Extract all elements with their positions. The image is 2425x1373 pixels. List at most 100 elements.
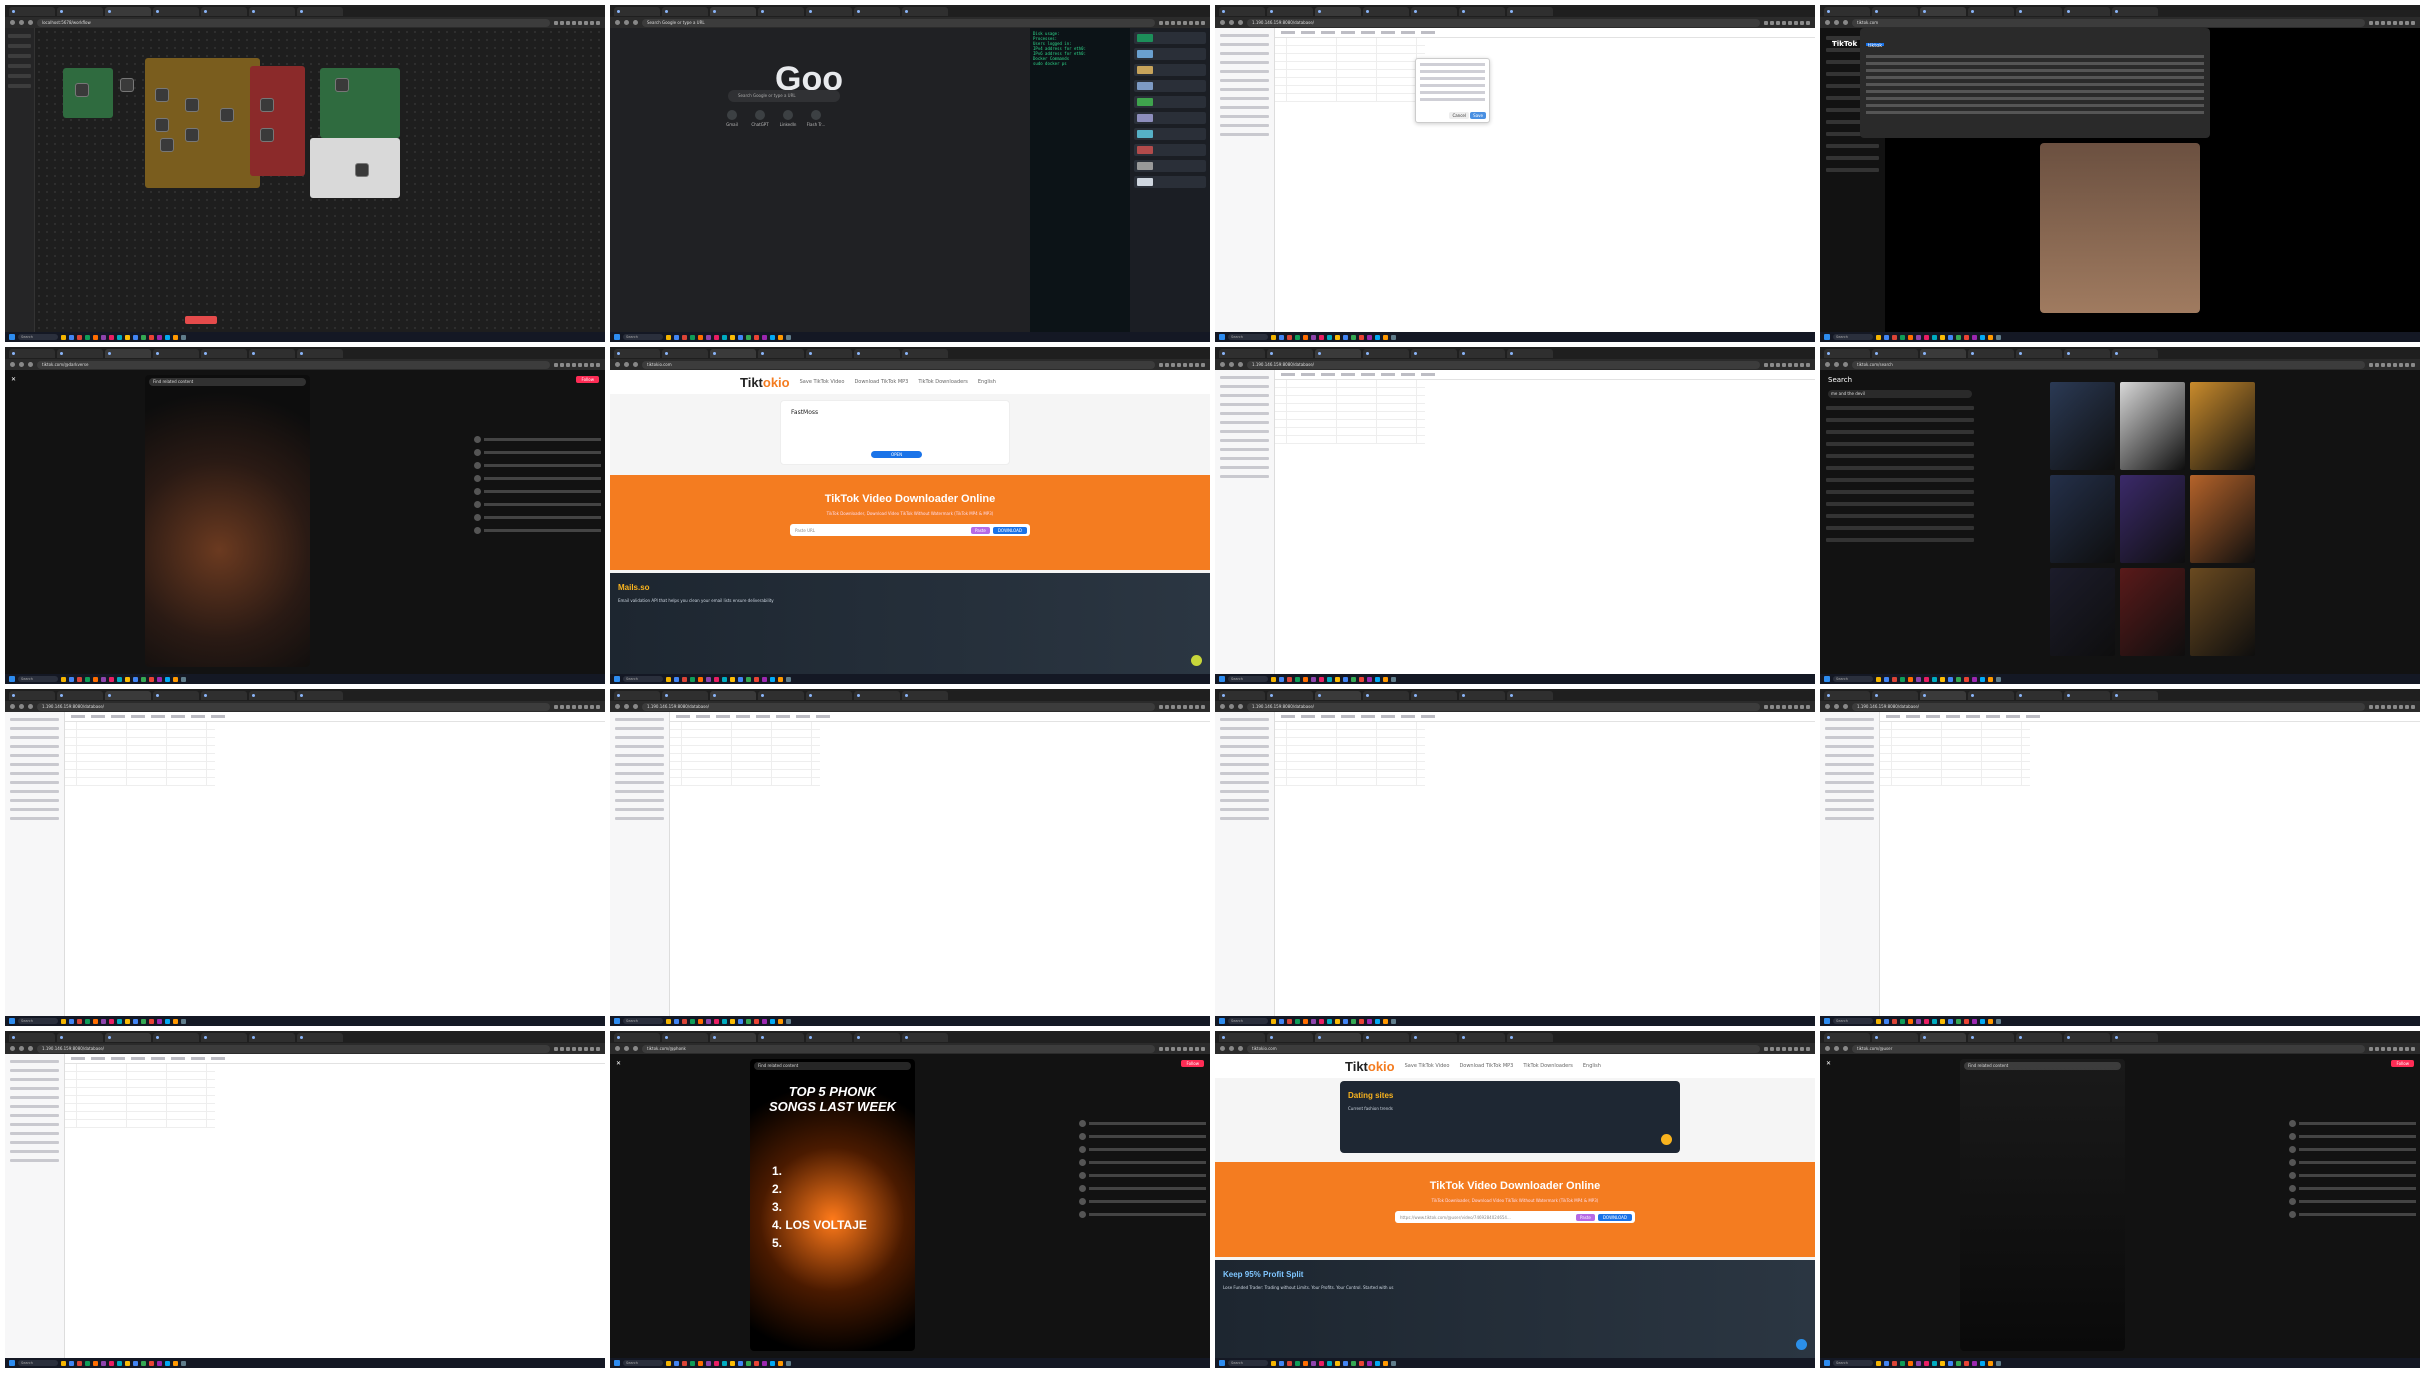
browser-tab[interactable] <box>153 349 199 358</box>
table-cell[interactable] <box>65 1096 77 1104</box>
sidebar-item[interactable] <box>1825 781 1874 784</box>
sidebar-item[interactable] <box>1220 745 1269 748</box>
taskbar-app-icon[interactable] <box>754 676 759 682</box>
sidebar-item[interactable] <box>10 727 59 730</box>
url-input[interactable]: 1.190.146.159:8080/database/ <box>1852 702 2365 711</box>
extension-icon[interactable] <box>560 362 564 367</box>
extension-icon[interactable] <box>1183 704 1187 709</box>
browser-tab[interactable] <box>758 349 804 358</box>
extension-icon[interactable] <box>1177 1046 1181 1051</box>
table-cell[interactable] <box>1275 754 1287 762</box>
sidebar-item[interactable] <box>1825 736 1874 739</box>
table-row[interactable] <box>670 770 820 778</box>
sidebar-item[interactable] <box>1220 70 1269 73</box>
browser-tab[interactable] <box>1824 1033 1870 1042</box>
back-icon[interactable] <box>1825 362 1830 367</box>
taskbar-app-icon[interactable] <box>1932 1018 1937 1024</box>
taskbar-app-icon[interactable] <box>714 1360 719 1366</box>
paste-button[interactable]: Paste <box>971 526 990 534</box>
workflow-group[interactable] <box>250 66 305 176</box>
avatar[interactable] <box>474 501 481 508</box>
table-row[interactable] <box>65 1080 215 1088</box>
extension-icon[interactable] <box>584 1046 588 1051</box>
taskbar-app-icon[interactable] <box>754 1018 759 1024</box>
browser-tab[interactable] <box>201 7 247 16</box>
taskbar-app-icon[interactable] <box>770 1360 775 1366</box>
browser-tab[interactable] <box>1267 1033 1313 1042</box>
extension-icon[interactable] <box>1183 362 1187 367</box>
taskbar-app-icon[interactable] <box>666 1360 671 1366</box>
sidebar-item[interactable] <box>615 736 664 739</box>
taskbar-app-icon[interactable] <box>149 676 154 682</box>
table-cell[interactable] <box>732 754 772 762</box>
follow-button[interactable]: Follow <box>2391 1060 2414 1067</box>
taskbar-app-icon[interactable] <box>1327 1018 1332 1024</box>
table-cell[interactable] <box>65 770 77 778</box>
back-icon[interactable] <box>1825 1046 1830 1051</box>
windows-start-icon[interactable] <box>614 676 620 682</box>
search-suggestion[interactable] <box>1866 55 2204 58</box>
table-cell[interactable] <box>1892 730 1942 738</box>
table-cell[interactable] <box>77 1072 127 1080</box>
browser-tab[interactable] <box>297 7 343 16</box>
toolbar-button[interactable] <box>776 715 790 718</box>
table-row[interactable] <box>65 746 215 754</box>
browser-tab[interactable] <box>662 349 708 358</box>
browser-tab[interactable] <box>1459 1033 1505 1042</box>
extension-icon[interactable] <box>596 362 600 367</box>
taskbar-app-icon[interactable] <box>101 1018 106 1024</box>
avatar[interactable] <box>2289 1185 2296 1192</box>
taskbar-search[interactable]: Search <box>623 334 663 340</box>
taskbar-app-icon[interactable] <box>125 676 130 682</box>
browser-tab[interactable] <box>902 349 948 358</box>
table-cell[interactable] <box>167 730 207 738</box>
extension-icon[interactable] <box>1171 20 1175 25</box>
table-cell[interactable] <box>1377 38 1417 46</box>
table-cell[interactable] <box>682 746 732 754</box>
browser-tab[interactable] <box>2064 691 2110 700</box>
sidebar-item[interactable] <box>10 745 59 748</box>
extension-icon[interactable] <box>1806 1046 1810 1051</box>
browser-tab[interactable] <box>1315 691 1361 700</box>
theme-option[interactable] <box>1134 32 1206 44</box>
taskbar-app-icon[interactable] <box>157 334 162 340</box>
taskbar-app-icon[interactable] <box>1940 1018 1945 1024</box>
table-cell[interactable] <box>1377 762 1417 770</box>
nav-menu-item[interactable]: Download TikTok MP3 <box>854 379 908 385</box>
browser-tab[interactable] <box>758 7 804 16</box>
sidebar-item[interactable] <box>10 754 59 757</box>
search-suggestion[interactable] <box>1826 490 1974 494</box>
taskbar-app-icon[interactable] <box>1908 334 1913 340</box>
sidebar-item[interactable] <box>1220 385 1269 388</box>
browser-tab[interactable] <box>1267 349 1313 358</box>
taskbar-app-icon[interactable] <box>1892 676 1897 682</box>
taskbar-app-icon[interactable] <box>762 1360 767 1366</box>
taskbar-app-icon[interactable] <box>786 1360 791 1366</box>
table-cell[interactable] <box>1275 38 1287 46</box>
back-icon[interactable] <box>615 362 620 367</box>
taskbar-app-icon[interactable] <box>1375 1018 1380 1024</box>
table-row[interactable] <box>670 738 820 746</box>
browser-tab[interactable] <box>2016 349 2062 358</box>
extension-icon[interactable] <box>2381 20 2385 25</box>
sidebar-item[interactable] <box>1220 133 1269 136</box>
taskbar-app-icon[interactable] <box>714 1018 719 1024</box>
table-cell[interactable] <box>65 778 77 786</box>
sidebar-item[interactable] <box>1220 88 1269 91</box>
extension-icon[interactable] <box>1782 362 1786 367</box>
table-cell[interactable] <box>77 1096 127 1104</box>
avatar[interactable] <box>474 475 481 482</box>
table-cell[interactable] <box>127 778 167 786</box>
taskbar-app-icon[interactable] <box>1908 1360 1913 1366</box>
table-cell[interactable] <box>65 1104 77 1112</box>
theme-option[interactable] <box>1134 144 1206 156</box>
taskbar-app-icon[interactable] <box>1279 676 1284 682</box>
browser-tab[interactable] <box>902 7 948 16</box>
sidebar-item[interactable] <box>1825 727 1874 730</box>
table-cell[interactable] <box>682 722 732 730</box>
extension-icon[interactable] <box>2405 1046 2409 1051</box>
browser-tab[interactable] <box>758 1033 804 1042</box>
extension-icon[interactable] <box>572 1046 576 1051</box>
extension-icon[interactable] <box>2411 1046 2415 1051</box>
toolbar-button[interactable] <box>696 715 710 718</box>
